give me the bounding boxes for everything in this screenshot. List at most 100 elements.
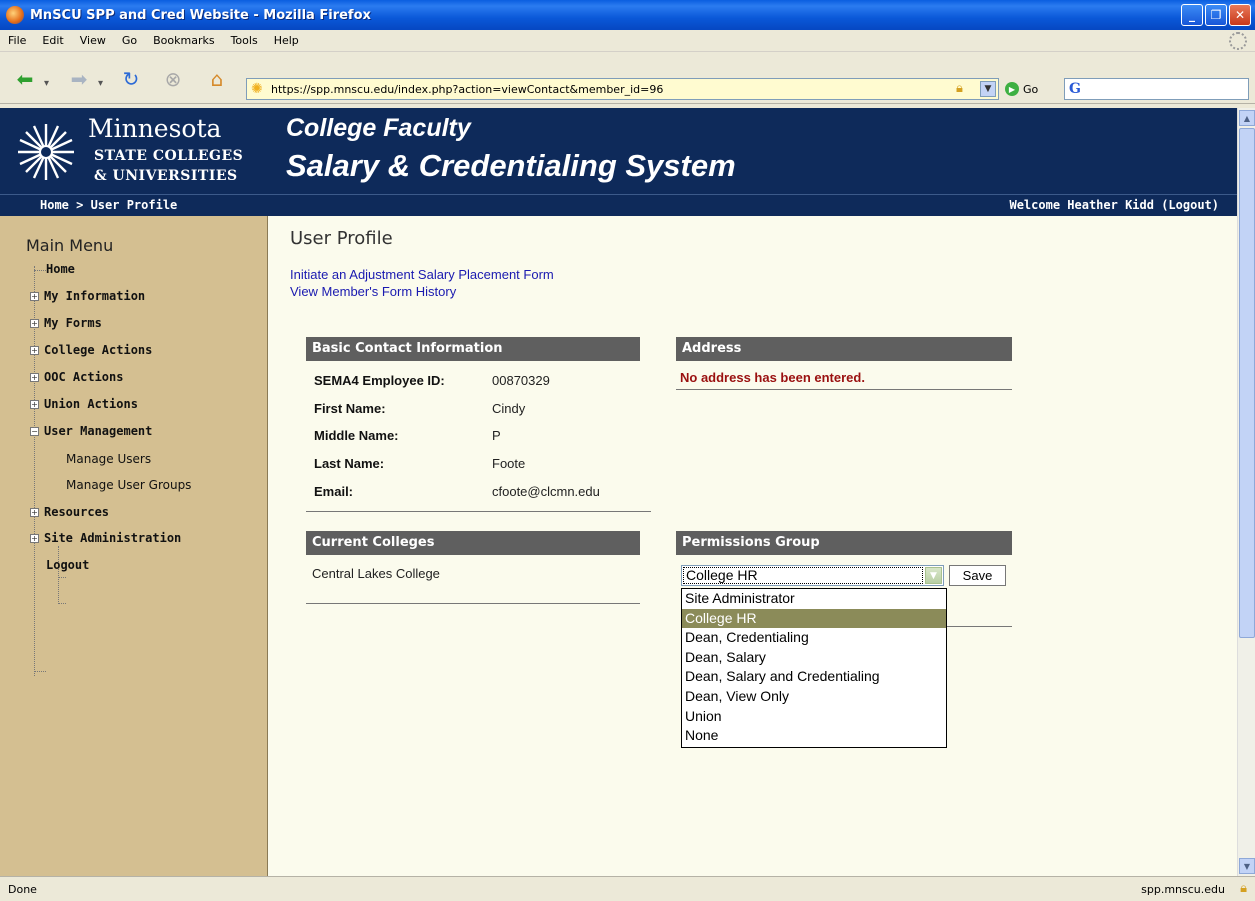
go-label: Go bbox=[1023, 82, 1039, 96]
sidebar-item-label: My Information bbox=[44, 289, 146, 303]
save-button[interactable]: Save bbox=[949, 565, 1006, 586]
collapse-minus-icon[interactable]: − bbox=[30, 426, 39, 436]
no-address-message: No address has been entered. bbox=[680, 370, 865, 385]
url-text[interactable]: https://spp.mnscu.edu/index.php?action=v… bbox=[271, 83, 663, 96]
minimize-button[interactable]: _ bbox=[1181, 4, 1203, 26]
dropdown-option[interactable]: Dean, View Only bbox=[682, 687, 946, 707]
sidebar-item-user-management[interactable]: − User Management bbox=[30, 424, 152, 438]
sidebar-item-label: OOC Actions bbox=[44, 370, 124, 384]
status-domain: spp.mnscu.edu bbox=[1141, 883, 1225, 896]
first-name-value: Cindy bbox=[492, 401, 526, 416]
home-icon[interactable]: ⌂ bbox=[204, 67, 230, 91]
permissions-group-heading: Permissions Group bbox=[676, 531, 1012, 555]
sidebar-subitem-manage-users[interactable]: Manage Users bbox=[66, 452, 151, 466]
scrollbar-thumb[interactable] bbox=[1239, 128, 1255, 638]
go-button[interactable]: ▶ Go bbox=[1005, 78, 1038, 100]
mnscu-star-logo-icon bbox=[18, 124, 74, 180]
menu-go[interactable]: Go bbox=[114, 34, 145, 47]
address-heading: Address bbox=[676, 337, 1012, 361]
dropdown-option-selected[interactable]: College HR bbox=[682, 608, 946, 629]
maximize-button[interactable]: ❐ bbox=[1205, 4, 1227, 26]
expand-plus-icon[interactable]: + bbox=[30, 318, 39, 328]
expand-plus-icon[interactable]: + bbox=[30, 291, 39, 301]
permissions-selected-value: College HR bbox=[683, 567, 923, 584]
site-banner: Minnesota STATE COLLEGES & UNIVERSITIES … bbox=[0, 108, 1237, 194]
menu-tools[interactable]: Tools bbox=[223, 34, 266, 47]
site-favicon-icon: ✺ bbox=[251, 81, 263, 97]
dropdown-option[interactable]: Dean, Salary and Credentialing bbox=[682, 667, 946, 687]
permissions-group-select[interactable]: College HR ▼ bbox=[681, 565, 944, 586]
sidebar-item-college-actions[interactable]: + College Actions bbox=[30, 343, 152, 357]
back-dropdown-icon[interactable]: ▾ bbox=[44, 78, 49, 89]
menu-edit[interactable]: Edit bbox=[34, 34, 71, 47]
sidebar-main-menu: Main Menu Home + My Information + My For… bbox=[0, 216, 268, 876]
reload-icon[interactable]: ↻ bbox=[118, 67, 144, 91]
sidebar-item-my-forms[interactable]: + My Forms bbox=[30, 316, 102, 330]
last-name-label: Last Name: bbox=[314, 456, 385, 471]
throbber-icon bbox=[1229, 32, 1247, 50]
back-arrow-icon[interactable]: ⬅ bbox=[12, 67, 38, 91]
sidebar-item-my-information[interactable]: + My Information bbox=[30, 289, 145, 303]
sidebar-item-site-administration[interactable]: + Site Administration bbox=[30, 531, 181, 545]
dropdown-option[interactable]: None bbox=[682, 726, 946, 746]
sidebar-item-union-actions[interactable]: + Union Actions bbox=[30, 397, 138, 411]
scroll-up-icon[interactable]: ▲ bbox=[1239, 110, 1255, 126]
sidebar-item-label: Site Administration bbox=[44, 531, 182, 545]
employee-id-label: SEMA4 Employee ID: bbox=[314, 373, 445, 388]
firefox-icon bbox=[6, 6, 24, 24]
college-list-item: Central Lakes College bbox=[312, 566, 440, 581]
dropdown-option[interactable]: Union bbox=[682, 707, 946, 727]
expand-plus-icon[interactable]: + bbox=[30, 399, 39, 409]
address-bar[interactable]: ✺ https://spp.mnscu.edu/index.php?action… bbox=[246, 78, 999, 100]
sidebar-item-resources[interactable]: + Resources bbox=[30, 505, 109, 519]
menu-view[interactable]: View bbox=[72, 34, 114, 47]
secure-lock-icon[interactable]: 🔒︎ bbox=[1240, 881, 1247, 896]
sidebar-item-label: Union Actions bbox=[44, 397, 138, 411]
scroll-down-icon[interactable]: ▼ bbox=[1239, 858, 1255, 874]
initiate-adjustment-form-link[interactable]: Initiate an Adjustment Salary Placement … bbox=[290, 267, 554, 282]
sidebar-subitem-manage-user-groups[interactable]: Manage User Groups bbox=[66, 478, 191, 492]
employee-id-value: 00870329 bbox=[492, 373, 550, 388]
expand-plus-icon[interactable]: + bbox=[30, 372, 39, 382]
permissions-dropdown-list[interactable]: Site Administrator College HR Dean, Cred… bbox=[681, 588, 947, 748]
stop-icon[interactable]: ⊗ bbox=[160, 67, 186, 91]
divider bbox=[676, 389, 1012, 390]
padlock-icon[interactable]: 🔒︎ bbox=[956, 81, 972, 97]
sidebar-item-logout[interactable]: Logout bbox=[46, 558, 89, 572]
divider bbox=[947, 626, 1012, 627]
divider bbox=[306, 603, 640, 604]
window-title: MnSCU SPP and Cred Website - Mozilla Fir… bbox=[30, 7, 371, 23]
forward-dropdown-icon[interactable]: ▾ bbox=[98, 78, 103, 89]
menu-file[interactable]: File bbox=[0, 34, 34, 47]
expand-plus-icon[interactable]: + bbox=[30, 533, 39, 543]
system-title-line2: Salary & Credentialing System bbox=[286, 148, 736, 183]
sidebar-item-label: My Forms bbox=[44, 316, 102, 330]
chevron-down-icon[interactable]: ▼ bbox=[925, 567, 942, 584]
sidebar-item-label: College Actions bbox=[44, 343, 153, 357]
sidebar-item-home[interactable]: Home bbox=[46, 262, 75, 276]
menu-help[interactable]: Help bbox=[266, 34, 307, 47]
menu-bookmarks[interactable]: Bookmarks bbox=[145, 34, 222, 47]
email-value: cfoote@clcmn.edu bbox=[492, 484, 600, 499]
sidebar-item-label: User Management bbox=[44, 424, 153, 438]
dropdown-option[interactable]: Site Administrator bbox=[682, 589, 946, 609]
sidebar-item-ooc-actions[interactable]: + OOC Actions bbox=[30, 370, 123, 384]
url-dropdown-icon[interactable]: ▼ bbox=[980, 81, 996, 97]
breadcrumb[interactable]: Home > User Profile bbox=[40, 198, 177, 212]
search-box[interactable]: G bbox=[1064, 78, 1249, 100]
menu-bar: File Edit View Go Bookmarks Tools Help bbox=[0, 30, 1255, 52]
vertical-scrollbar[interactable]: ▲ ▼ bbox=[1237, 108, 1255, 876]
status-bar: Done spp.mnscu.edu 🔒︎ bbox=[0, 876, 1255, 901]
view-form-history-link[interactable]: View Member's Form History bbox=[290, 284, 456, 299]
go-arrow-icon: ▶ bbox=[1005, 82, 1019, 96]
first-name-label: First Name: bbox=[314, 401, 386, 416]
dropdown-option[interactable]: Dean, Credentialing bbox=[682, 628, 946, 648]
close-button[interactable]: ✕ bbox=[1229, 4, 1251, 26]
expand-plus-icon[interactable]: + bbox=[30, 507, 39, 517]
logo-minnesota: Minnesota bbox=[88, 114, 222, 143]
welcome-logout-link[interactable]: Welcome Heather Kidd (Logout) bbox=[1009, 198, 1219, 212]
dropdown-option[interactable]: Dean, Salary bbox=[682, 648, 946, 668]
expand-plus-icon[interactable]: + bbox=[30, 345, 39, 355]
forward-arrow-icon[interactable]: ➡ bbox=[66, 67, 92, 91]
divider bbox=[306, 511, 651, 512]
